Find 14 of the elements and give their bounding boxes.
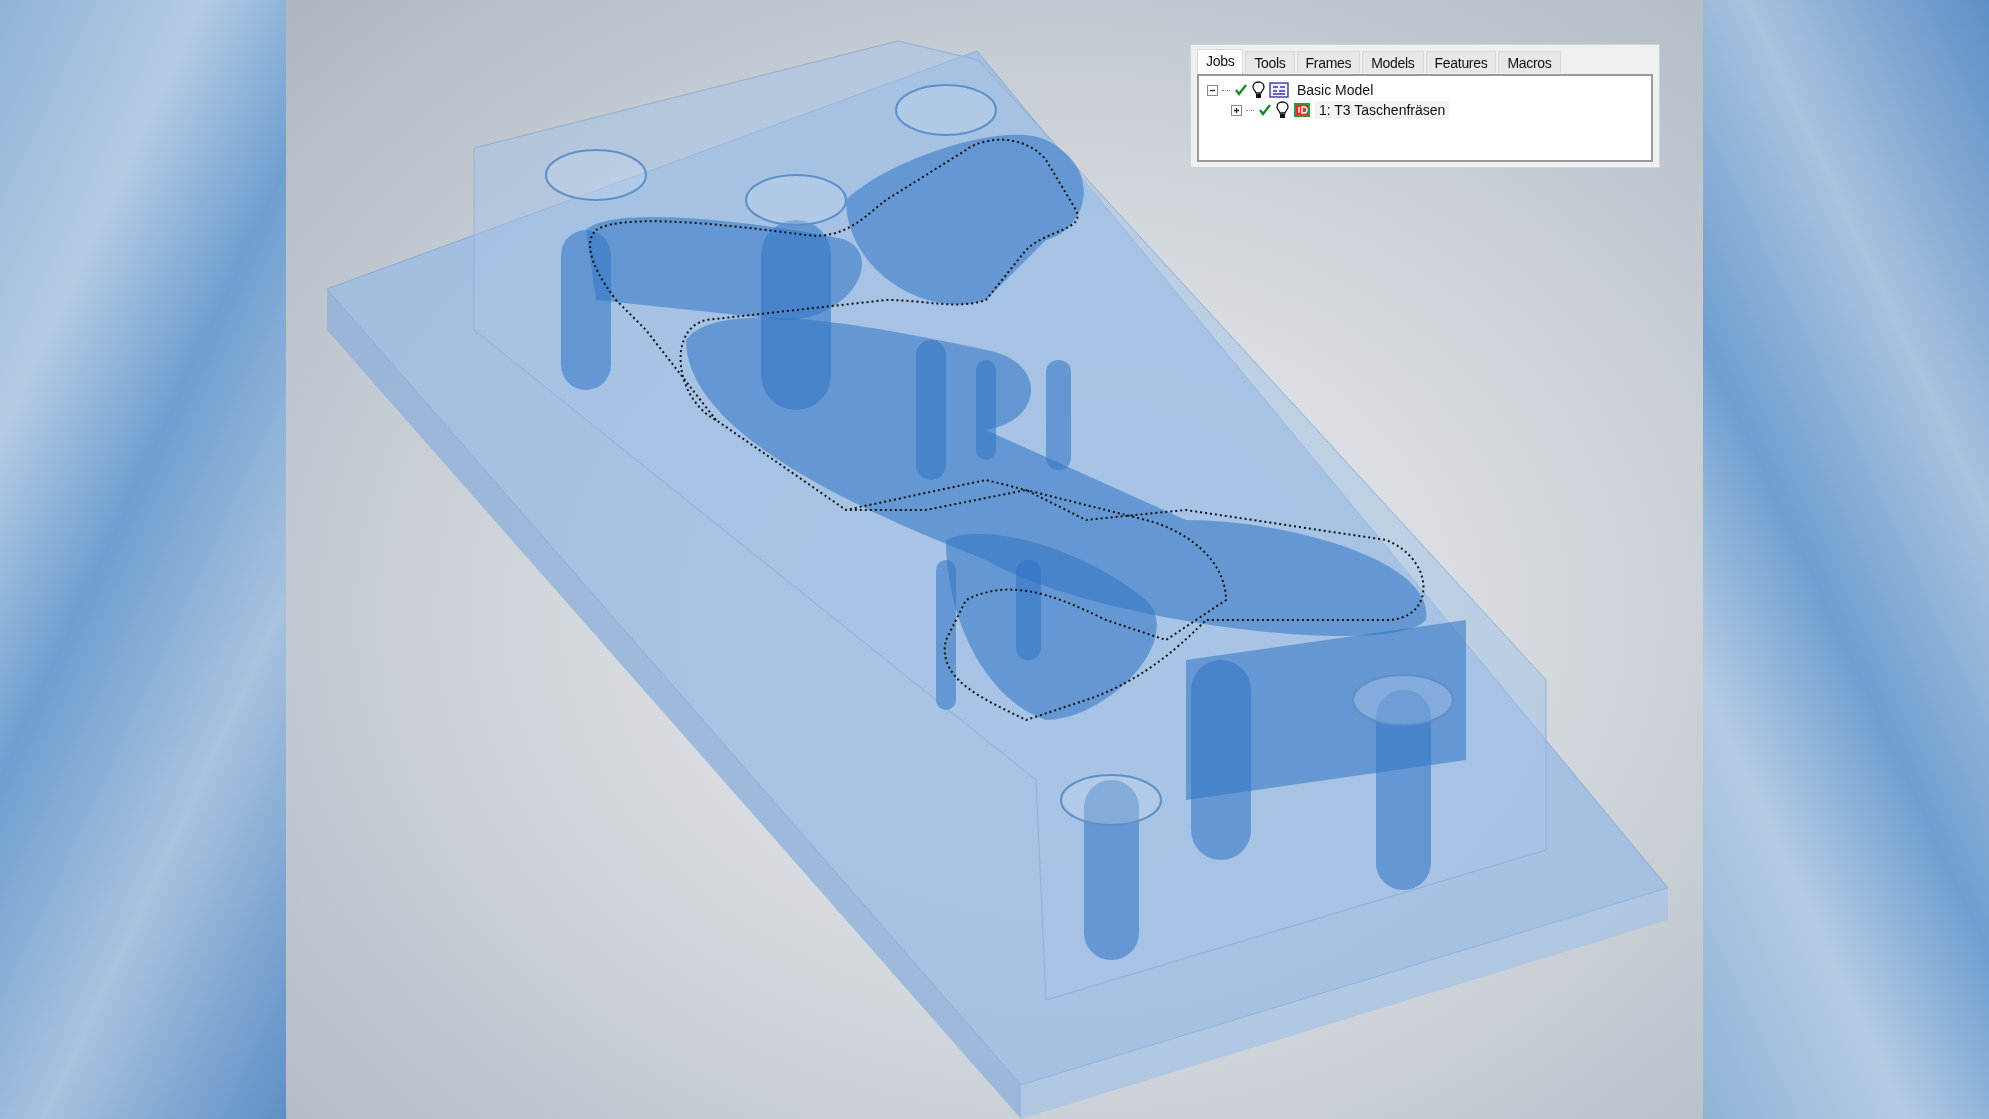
tree-item[interactable]: 1: T3 Taschenfräsen — [1315, 101, 1450, 119]
collapse-toggle-icon[interactable] — [1207, 84, 1218, 96]
tree-item[interactable]: Basic Model — [1293, 81, 1378, 99]
light-bulb-icon — [1252, 81, 1265, 99]
model-sheet-icon — [1269, 82, 1289, 98]
panel-tab[interactable]: Models — [1362, 51, 1424, 73]
panel-tab[interactable]: Frames — [1296, 51, 1361, 73]
expand-toggle-icon[interactable] — [1231, 104, 1242, 116]
panel-tab[interactable]: Features — [1425, 51, 1497, 73]
panel-tab[interactable]: Jobs — [1197, 49, 1244, 75]
panel-tab[interactable]: Macros — [1498, 51, 1561, 73]
pocket-toolpath-icon — [1293, 102, 1311, 118]
panel-tab[interactable]: Tools — [1245, 51, 1295, 73]
light-bulb-icon — [1276, 101, 1289, 119]
